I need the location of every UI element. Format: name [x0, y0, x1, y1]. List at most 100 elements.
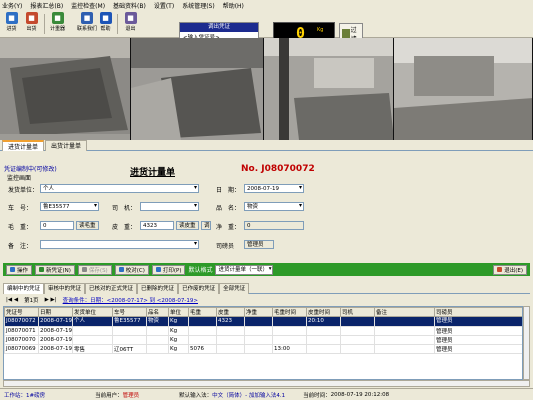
- column-header-7[interactable]: 皮重: [216, 307, 245, 317]
- table-cell: [188, 326, 217, 336]
- table-cell: [72, 326, 113, 336]
- table-row[interactable]: J08070069 2008-07-19 零售 辽06TT Kg 5076 13:00 管理员: [4, 344, 522, 354]
- table-cell: [244, 335, 273, 345]
- table-row[interactable]: J08070072 2008-07-19 个人 鲁E35577 物资 Kg 4323 20:1…: [4, 316, 522, 327]
- voucher-tab-0[interactable]: 编制中的凭证: [3, 283, 45, 294]
- toolbar-button-4[interactable]: ■ 帮助: [96, 12, 115, 37]
- menu-item-5[interactable]: 系统管理(S): [182, 1, 215, 10]
- action-button-1[interactable]: 新凭证(N): [35, 264, 75, 275]
- exit-icon: ■: [124, 12, 137, 24]
- menu-item-0[interactable]: 业务(Y): [2, 1, 22, 10]
- status-bar: 工作站：1#磅房 当前用户： 管理员 默认输入法： 中文（简体）- 加加输入法4…: [0, 388, 533, 400]
- menu-item-2[interactable]: 监控检查(M): [71, 1, 105, 10]
- action-button-4[interactable]: 打印(P): [151, 264, 186, 275]
- column-header-12[interactable]: 备注: [374, 307, 435, 317]
- column-header-1[interactable]: 日期: [38, 307, 73, 317]
- voucher-tabs: 编制中的凭证 审核中的凭证 已核对的正式凭证 已删除的凭证 已作废的凭证 全部凭证: [3, 283, 530, 294]
- read-tare-button[interactable]: 读皮重: [176, 221, 199, 230]
- table-cell: [112, 326, 147, 336]
- table-row[interactable]: J08070070 2008-07-19 Kg 管理员: [4, 335, 522, 345]
- date-label: 日 期：: [216, 187, 241, 194]
- column-header-11[interactable]: 司机: [340, 307, 375, 317]
- table-cell: [216, 344, 245, 354]
- menu-bar: 业务(Y) 报表汇总(B) 监控检查(M) 基础资料(B) 设置(T) 系统管理(S) 帮助…: [0, 0, 533, 10]
- action-button-2[interactable]: 保存(S): [77, 264, 112, 275]
- toolbar-button-5[interactable]: ■ 退出: [121, 12, 140, 37]
- action-button-0[interactable]: 操作: [6, 264, 33, 275]
- menu-item-6[interactable]: 帮助(H): [223, 1, 244, 10]
- column-header-10[interactable]: 皮重时间: [306, 307, 341, 317]
- toolbar-label-1: 出货: [26, 26, 37, 32]
- menu-item-1[interactable]: 报表汇总(B): [30, 1, 63, 10]
- table-cell: 鲁E35577: [112, 316, 147, 327]
- table-row[interactable]: J08070071 2008-07-19 Kg 管理员: [4, 326, 522, 336]
- product-select[interactable]: 物资: [244, 202, 304, 211]
- form-title: 进货计量单: [130, 168, 176, 178]
- action-button-7[interactable]: 退出(E): [493, 264, 527, 275]
- action-label-4: 打印(P): [162, 267, 182, 274]
- tare-label: 皮 重：: [112, 224, 137, 231]
- tab-inbound[interactable]: 进货计量单: [2, 140, 45, 151]
- camera-feeds: [0, 38, 533, 140]
- pager: |◀ ◀ 第1页 ▶ ▶| 查询条件：日期：<2008-07-17> 到 <20…: [3, 295, 530, 305]
- table-cell: 13:00: [272, 344, 307, 354]
- toolbar-button-1[interactable]: ■ 出货: [22, 12, 41, 37]
- weighing-form: 凭证编制中(可修改) 监控画面 进货计量单 No. J08070072 发货单位…: [0, 151, 533, 263]
- camera-feed-4: [394, 38, 533, 140]
- action-button-3[interactable]: 校对(C): [114, 264, 149, 275]
- action-label-0: 操作: [17, 267, 29, 274]
- read-gross-button[interactable]: 读毛重: [76, 221, 99, 230]
- supplier-select[interactable]: 个人: [40, 184, 199, 193]
- table-cell: [272, 316, 307, 327]
- column-header-2[interactable]: 发货单位: [72, 307, 113, 317]
- table-cell: 零售: [72, 344, 113, 354]
- camera-image-3: [264, 38, 393, 140]
- voucher-status: 凭证编制中(可修改): [4, 166, 57, 173]
- column-header-8[interactable]: 净重: [244, 307, 273, 317]
- horizontal-scrollbar[interactable]: [3, 380, 530, 387]
- menu-item-3[interactable]: 基础资料(B): [113, 1, 146, 10]
- print-format-select[interactable]: 进货计量单（一联）: [215, 264, 274, 275]
- query-filter-link[interactable]: 查询条件：日期：<2008-07-17> 到 <2008-07-19>: [63, 296, 198, 304]
- page-number: 第1页: [24, 298, 39, 304]
- note-input[interactable]: [40, 240, 199, 249]
- voucher-tab-4[interactable]: 已作废的凭证: [178, 283, 220, 294]
- tab-outbound[interactable]: 出货计量单: [45, 140, 88, 151]
- table-cell: [72, 335, 113, 345]
- table-cell: [146, 335, 169, 345]
- current-user: 管理员: [122, 392, 140, 399]
- column-header-13[interactable]: 司磅员: [434, 307, 522, 317]
- column-header-3[interactable]: 车号: [112, 307, 147, 317]
- first-page-button[interactable]: |◀ ◀: [6, 297, 18, 303]
- date-picker[interactable]: 2008-07-19: [244, 184, 304, 193]
- column-header-6[interactable]: 毛重: [188, 307, 217, 317]
- toolbar-separator: [44, 14, 45, 34]
- current-time: 2008-07-19 20:12:08: [330, 391, 390, 398]
- column-header-9[interactable]: 毛重时间: [272, 307, 307, 317]
- gross-weight-field[interactable]: 0: [40, 221, 74, 230]
- column-header-5[interactable]: 单位: [168, 307, 189, 317]
- camera-feed-3: [264, 38, 394, 140]
- column-header-4[interactable]: 品名: [146, 307, 169, 317]
- table-cell: Kg: [168, 316, 189, 327]
- driver-select[interactable]: [140, 202, 199, 211]
- tare-weight-field[interactable]: 4323: [140, 221, 174, 230]
- action-icon-2: [81, 267, 87, 272]
- table-cell: [374, 335, 435, 345]
- next-page-button[interactable]: ▶ ▶|: [45, 297, 57, 303]
- time-label: 当前时间：: [303, 392, 331, 399]
- voucher-tab-5[interactable]: 全部凭证: [219, 283, 250, 294]
- plate-select[interactable]: 鲁E35577: [40, 202, 99, 211]
- voucher-tab-3[interactable]: 已删除的凭证: [137, 283, 179, 294]
- toolbar-button-0[interactable]: ■ 进货: [2, 12, 21, 37]
- default-format-label: 默认格式: [188, 267, 213, 274]
- action-bar: 操作 新凭证(N) 保存(S) 校对(C) 打印(P) 默认格式进货计量单（一联） 退出(E…: [3, 263, 530, 276]
- toolbar-label-3: 联系我们: [76, 26, 97, 32]
- column-header-0[interactable]: 凭证号: [4, 307, 39, 317]
- toolbar-button-2[interactable]: ■ 计重器: [48, 12, 67, 37]
- voucher-tab-1[interactable]: 审核中的凭证: [44, 283, 86, 294]
- voucher-tab-2[interactable]: 已核对的正式凭证: [85, 283, 138, 294]
- menu-item-4[interactable]: 设置(T): [154, 1, 174, 10]
- vertical-scrollbar[interactable]: [523, 306, 530, 380]
- tare-adjust-button[interactable]: 调: [201, 221, 211, 230]
